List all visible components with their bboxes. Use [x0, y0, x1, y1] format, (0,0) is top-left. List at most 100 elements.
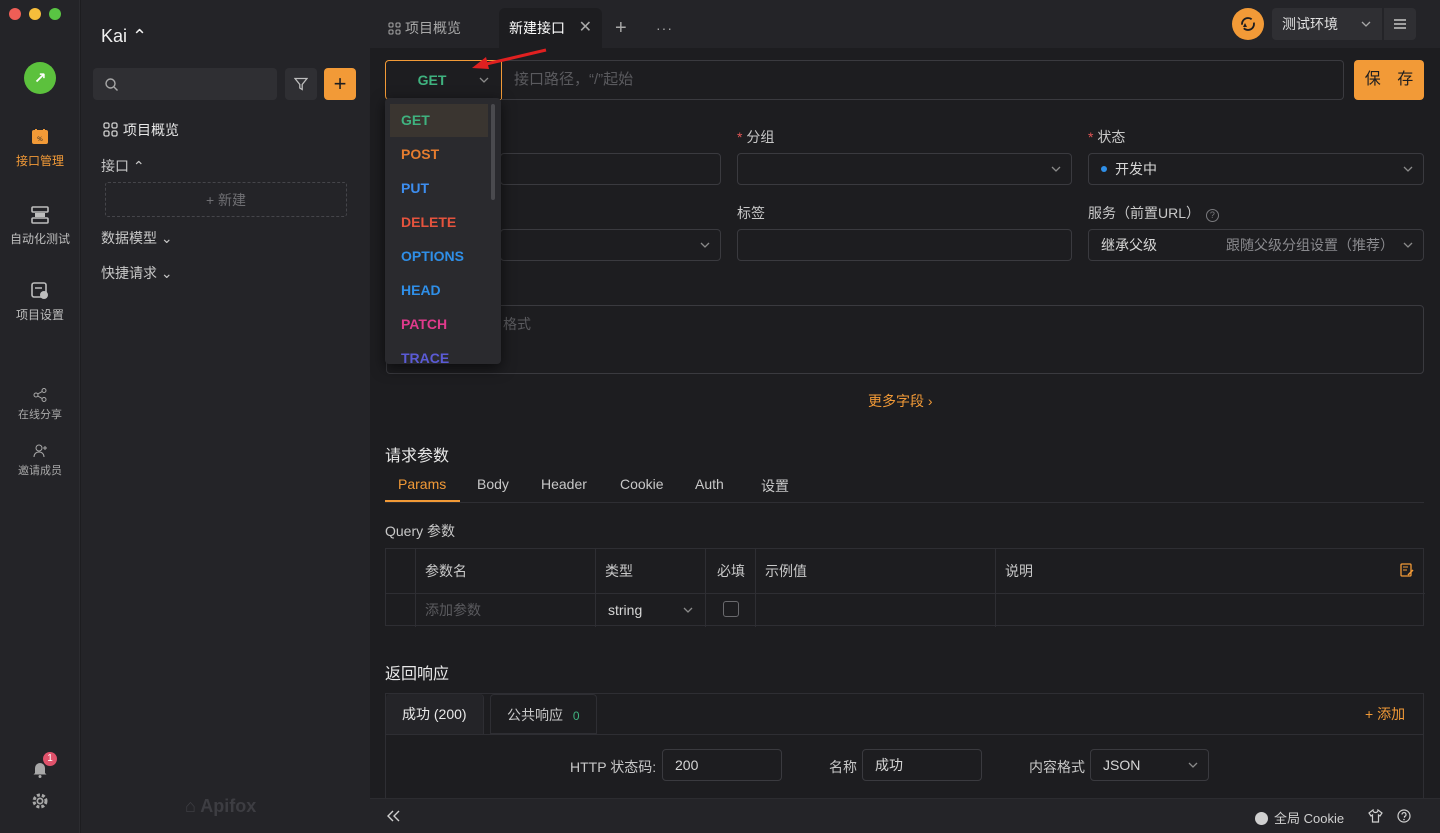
- close-tab-icon[interactable]: ✕: [579, 8, 592, 48]
- test-suite-icon: [31, 206, 49, 224]
- tab-header[interactable]: Header: [541, 476, 587, 492]
- rail-project-settings[interactable]: 项目设置: [0, 282, 80, 323]
- description-textarea[interactable]: 格式: [386, 305, 1424, 374]
- bulk-edit-icon[interactable]: [1400, 563, 1414, 577]
- rail-share[interactable]: 在线分享: [0, 388, 80, 422]
- param-name-input[interactable]: 添加参数: [425, 593, 481, 627]
- menu-icon: [1394, 19, 1406, 29]
- method-dropdown: GET POST PUT DELETE OPTIONS HEAD PATCH T…: [385, 98, 501, 364]
- content-type-select[interactable]: JSON: [1090, 749, 1209, 781]
- tab-overview[interactable]: 项目概览: [388, 8, 461, 48]
- tab-auth[interactable]: Auth: [695, 476, 724, 492]
- method-option-trace[interactable]: TRACE: [390, 342, 488, 364]
- col-header-type: 类型: [605, 563, 633, 579]
- response-name-input[interactable]: 成功: [862, 749, 982, 781]
- method-option-post[interactable]: POST: [390, 138, 488, 171]
- table-divider: [415, 549, 416, 627]
- tree-item-overview-label: 项目概览: [123, 122, 179, 138]
- search-icon: [105, 78, 118, 91]
- param-type-select[interactable]: string: [608, 593, 693, 627]
- chevron-down-icon: [1188, 762, 1198, 768]
- shirt-icon[interactable]: [1368, 809, 1383, 823]
- environment-menu-button[interactable]: [1384, 8, 1416, 40]
- tab-response-success[interactable]: 成功 (200): [386, 694, 484, 734]
- save-button[interactable]: 保 存: [1354, 60, 1424, 100]
- rail-auto-test[interactable]: 自动化测试: [0, 206, 80, 247]
- tab-divider: [385, 502, 1424, 503]
- content-type-label: 内容格式: [1029, 759, 1085, 775]
- status-value: 开发中: [1115, 161, 1157, 177]
- apifox-brand: Apifox: [200, 796, 257, 816]
- status-select[interactable]: 开发中: [1088, 153, 1424, 185]
- query-params-title: Query 参数: [385, 523, 456, 539]
- maintainer-select[interactable]: [500, 229, 721, 261]
- add-button[interactable]: +: [324, 68, 356, 100]
- method-option-head[interactable]: HEAD: [390, 274, 488, 307]
- method-option-patch[interactable]: PATCH: [390, 308, 488, 341]
- add-tab-button[interactable]: +: [615, 8, 627, 48]
- method-option-delete[interactable]: DELETE: [390, 206, 488, 239]
- close-window-button[interactable]: [9, 8, 21, 20]
- project-switcher[interactable]: Kai ⌃: [101, 26, 147, 47]
- method-option-put[interactable]: PUT: [390, 172, 488, 205]
- method-option-get[interactable]: GET: [390, 104, 488, 137]
- minimize-window-button[interactable]: [29, 8, 41, 20]
- tab-new-api[interactable]: 新建接口 ✕: [499, 8, 602, 48]
- gear-icon[interactable]: [31, 792, 49, 810]
- status-bar: 全局 Cookie: [370, 798, 1440, 833]
- add-response-button[interactable]: + 添加: [1365, 704, 1405, 724]
- help-circle-icon[interactable]: [1397, 809, 1411, 823]
- app-window: ↗ % 接口管理 自动化测试 项目设置 在线分享 邀请成员 1 Kai ⌃ + …: [0, 0, 1440, 833]
- tag-input[interactable]: [737, 229, 1072, 261]
- apifox-watermark: ⌂ Apifox: [185, 796, 257, 816]
- service-select[interactable]: 继承父级 跟随父级分组设置（推荐）: [1088, 229, 1424, 261]
- nav-rail: ↗ % 接口管理 自动化测试 项目设置 在线分享 邀请成员 1: [0, 0, 80, 833]
- url-path-input[interactable]: 接口路径，“/”起始: [501, 60, 1344, 100]
- tree-folder-data-model[interactable]: 数据模型 ⌄: [101, 228, 173, 248]
- tree-item-overview[interactable]: 项目概览: [103, 120, 179, 140]
- tree-folder-quick-request[interactable]: 快捷请求 ⌄: [101, 263, 173, 283]
- rail-invite[interactable]: 邀请成员: [0, 444, 80, 478]
- chevron-down-icon: [1403, 166, 1413, 172]
- tag-label: 标签: [737, 205, 765, 221]
- col-header-name: 参数名: [425, 563, 467, 579]
- rail-api-management[interactable]: % 接口管理: [0, 128, 80, 169]
- status-code-input[interactable]: 200: [662, 749, 782, 781]
- api-editor: GET 接口路径，“/”起始 保 存 * 分组 * 状态 开发中 标签 服务（前…: [370, 48, 1440, 798]
- help-icon[interactable]: ?: [1205, 209, 1219, 222]
- collapse-sidebar-icon[interactable]: [387, 810, 401, 822]
- tab-params[interactable]: Params: [398, 476, 446, 492]
- api-tree-sidebar: Kai ⌃ + 项目概览 接口 ⌃ + 新建 数据模型 ⌄ 快捷请求 ⌄ ⌂ A…: [81, 0, 370, 833]
- required-checkbox[interactable]: [723, 601, 739, 617]
- more-fields-link[interactable]: 更多字段 ›: [868, 391, 933, 411]
- name-input[interactable]: [500, 153, 721, 185]
- maximize-window-button[interactable]: [49, 8, 61, 20]
- tab-body[interactable]: Body: [477, 476, 509, 492]
- tree-search-input[interactable]: [93, 68, 277, 100]
- annotation-arrow: [472, 48, 547, 69]
- response-tab-divider: [386, 734, 1423, 735]
- table-divider: [705, 549, 706, 627]
- request-params-title: 请求参数: [385, 448, 450, 465]
- method-option-options[interactable]: OPTIONS: [390, 240, 488, 273]
- environment-select[interactable]: 测试环境: [1272, 8, 1382, 40]
- env-sync-button[interactable]: [1232, 8, 1264, 40]
- team-avatar[interactable]: ↗: [24, 62, 56, 94]
- tree-folder-api[interactable]: 接口 ⌃: [101, 156, 145, 176]
- dropdown-scrollbar[interactable]: [491, 104, 495, 200]
- filter-icon: [294, 77, 308, 91]
- tab-response-common[interactable]: 公共响应 0: [490, 694, 597, 734]
- tab-overview-label: 项目概览: [405, 20, 461, 36]
- more-tabs-button[interactable]: ···: [656, 8, 673, 48]
- global-cookie-button[interactable]: 全局 Cookie: [1255, 808, 1344, 827]
- tree-new-button[interactable]: + 新建: [105, 182, 347, 217]
- group-select[interactable]: [737, 153, 1072, 185]
- grid-icon: [388, 22, 401, 35]
- filter-button[interactable]: [285, 68, 317, 100]
- tab-settings[interactable]: 设置: [761, 476, 789, 496]
- response-title: 返回响应: [385, 666, 450, 683]
- table-divider: [386, 593, 1425, 594]
- cookie-icon: [1255, 812, 1268, 825]
- service-hint: 跟随父级分组设置（推荐）: [1226, 237, 1394, 253]
- tab-cookie[interactable]: Cookie: [620, 476, 664, 492]
